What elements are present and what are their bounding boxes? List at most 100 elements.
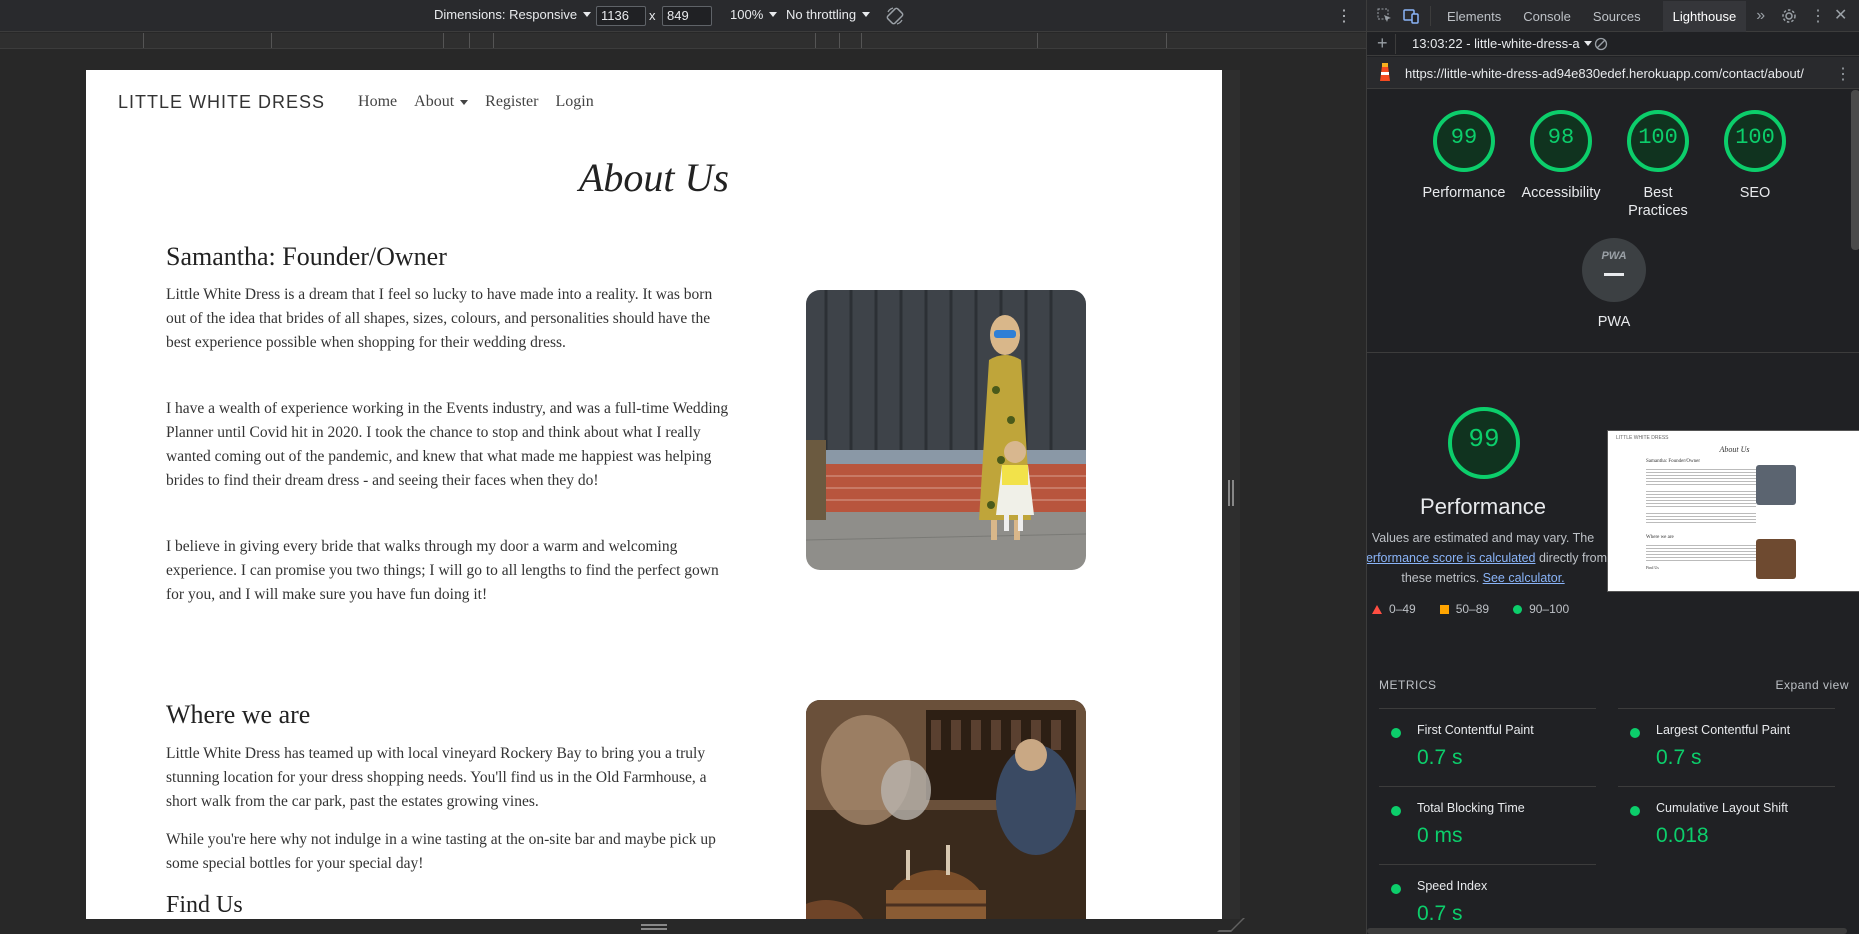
legend-fail: 0–49 — [1372, 602, 1416, 616]
pass-circle-icon — [1391, 884, 1401, 894]
more-options-icon[interactable]: ⋮ — [1336, 6, 1352, 26]
pwa-label: PWA — [1597, 314, 1631, 330]
tab-console[interactable]: Console — [1523, 9, 1571, 24]
score-label: Best Practices — [1628, 185, 1688, 219]
nav-about[interactable]: About — [414, 93, 469, 111]
throttling-dropdown[interactable]: No throttling — [786, 7, 871, 22]
score-value: 98 — [1547, 125, 1575, 150]
metrics-title: METRICS — [1379, 678, 1437, 692]
pass-circle-icon — [1391, 806, 1401, 816]
score-label: SEO — [1739, 185, 1771, 201]
metric-value: 0.7 s — [1417, 746, 1463, 769]
report-menu-icon[interactable]: ⋮ — [1835, 64, 1851, 84]
inspect-element-icon[interactable] — [1377, 8, 1393, 24]
report-selector[interactable]: 13:03:22 - little-white-dress-a — [1412, 36, 1592, 51]
score-calculated-link[interactable]: performance score is calculated — [1367, 551, 1535, 565]
close-devtools-icon[interactable]: ✕ — [1834, 5, 1847, 25]
legend-label: 90–100 — [1529, 602, 1570, 616]
resize-handle-bottom[interactable] — [641, 924, 667, 930]
dimensions-dropdown[interactable]: Dimensions: Responsive — [434, 7, 592, 22]
thumb-heading: Samantha: Founder/Owner — [1646, 459, 1701, 464]
report-selector-label: 13:03:22 - little-white-dress-a — [1412, 36, 1580, 51]
metric-value: 0.7 s — [1417, 902, 1463, 925]
metric-name: Total Blocking Time — [1417, 801, 1525, 815]
report-url[interactable]: https://little-white-dress-ad94e830edef.… — [1405, 66, 1804, 81]
more-tabs-icon[interactable]: » — [1756, 7, 1765, 25]
score-gauge-accessibility[interactable]: 98 Accessibility — [1516, 108, 1606, 202]
viewport-height-input[interactable]: 849 — [662, 6, 712, 26]
tab-sources[interactable]: Sources — [1593, 9, 1641, 24]
devtools-tabbar: Elements Console Sources Lighthouse » ⋮ … — [1367, 0, 1859, 32]
zoom-dropdown[interactable]: 100% — [730, 7, 778, 22]
triangle-icon — [1372, 604, 1382, 614]
dimensions-label: Dimensions: Responsive — [434, 7, 578, 22]
chevron-down-icon — [460, 99, 469, 105]
chevron-down-icon — [769, 12, 778, 17]
founder-heading: Samantha: Founder/Owner — [166, 242, 447, 271]
metric-largest-contentful-paint: Largest Contentful Paint 0.7 s — [1618, 708, 1835, 786]
site-navbar: LITTLE WHITE DRESS Home About Register L… — [118, 86, 611, 118]
thumb-brand: LITTLE WHITE DRESS — [1616, 435, 1669, 441]
pass-circle-icon — [1391, 728, 1401, 738]
performance-note-line1: Values are estimated and may vary. The — [1371, 531, 1595, 545]
legend-average: 50–89 — [1439, 602, 1490, 616]
report-horizontal-scrollbar[interactable] — [1367, 928, 1847, 934]
page-screenshot-thumbnail[interactable]: LITTLE WHITE DRESS About Us Samantha: Fo… — [1607, 430, 1859, 592]
page-title: About Us — [579, 155, 729, 200]
lighthouse-toolbar: + 13:03:22 - little-white-dress-a — [1367, 32, 1859, 56]
chevron-down-icon — [1583, 41, 1592, 46]
score-value: 99 — [1450, 125, 1478, 150]
metric-name: Cumulative Layout Shift — [1656, 801, 1789, 815]
viewport-width-input[interactable]: 1136 — [596, 6, 646, 26]
settings-gear-icon[interactable] — [1781, 8, 1797, 24]
rotate-icon[interactable] — [885, 6, 905, 26]
expand-view-button[interactable]: Expand view — [1775, 678, 1849, 692]
new-report-icon[interactable]: + — [1377, 33, 1388, 54]
dash-icon — [1604, 273, 1624, 276]
resize-handle-corner[interactable] — [1217, 918, 1245, 932]
find-us-heading: Find Us — [166, 892, 243, 918]
founder-paragraph: I have a wealth of experience working in… — [166, 400, 729, 489]
score-value: 100 — [1735, 125, 1775, 150]
thumb-find-us: Find Us — [1646, 565, 1659, 570]
metric-value: 0.7 s — [1656, 746, 1702, 769]
site-brand[interactable]: LITTLE WHITE DRESS — [118, 92, 325, 113]
nav-login[interactable]: Login — [555, 93, 593, 111]
metric-name: Largest Contentful Paint — [1656, 723, 1791, 737]
nav-home[interactable]: Home — [358, 93, 397, 111]
legend-label: 50–89 — [1455, 602, 1490, 616]
metric-name: Speed Index — [1417, 879, 1488, 893]
pass-circle-icon — [1630, 806, 1640, 816]
performance-heading: Performance — [1420, 494, 1546, 519]
circle-icon — [1513, 604, 1523, 614]
see-calculator-link[interactable]: See calculator. — [1483, 571, 1565, 585]
founder-paragraph: I believe in giving every bride that wal… — [166, 538, 719, 603]
tab-lighthouse[interactable]: Lighthouse — [1662, 0, 1747, 32]
report-scrollbar[interactable] — [1851, 90, 1859, 250]
score-gauge-performance[interactable]: 99 Performance — [1419, 108, 1509, 202]
metric-cumulative-layout-shift: Cumulative Layout Shift 0.018 — [1618, 786, 1835, 864]
devtools-menu-icon[interactable]: ⋮ — [1810, 6, 1826, 26]
device-toggle-icon[interactable] — [1403, 8, 1419, 24]
score-value: 100 — [1638, 125, 1678, 150]
performance-note: Values are estimated and may vary. The p… — [1367, 528, 1607, 588]
metrics-header: METRICS Expand view — [1379, 678, 1849, 692]
lighthouse-logo-icon — [1380, 63, 1390, 81]
score-label: Performance — [1422, 185, 1506, 201]
clear-reports-icon[interactable] — [1594, 37, 1608, 51]
chevron-down-icon — [862, 12, 871, 17]
legend-pass: 90–100 — [1513, 602, 1569, 616]
score-gauge-best-practices[interactable]: 100 Best Practices — [1613, 108, 1703, 220]
metric-first-contentful-paint: First Contentful Paint 0.7 s — [1379, 708, 1596, 786]
resize-handle-right[interactable] — [1228, 480, 1234, 506]
score-gauge-pwa[interactable]: PWA PWA — [1574, 238, 1654, 330]
location-paragraph: While you're here why not indulge in a w… — [166, 831, 716, 872]
score-gauge-seo[interactable]: 100 SEO — [1710, 108, 1800, 202]
metric-value: 0 ms — [1417, 824, 1463, 847]
performance-note-line3: these metrics. — [1401, 571, 1483, 585]
lighthouse-report: 99 Performance 98 Accessibility 100 Best… — [1367, 90, 1859, 934]
nav-register[interactable]: Register — [485, 93, 538, 111]
tab-elements[interactable]: Elements — [1447, 9, 1501, 24]
vineyard-bar-photo — [806, 700, 1086, 919]
performance-big-score: 99 — [1468, 424, 1500, 454]
